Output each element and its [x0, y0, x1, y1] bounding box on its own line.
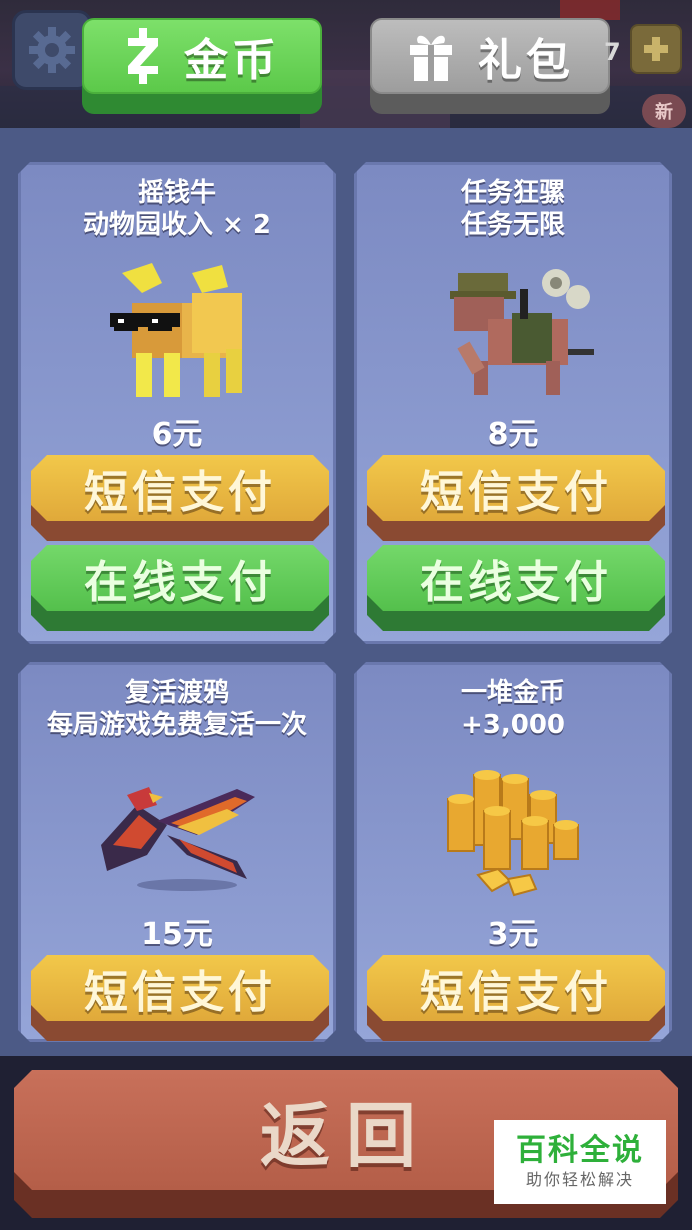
add-coins-button[interactable]	[630, 24, 682, 74]
shop-item-card: 复活渡鸦 每局游戏免费复活一次 15元 短信支付	[18, 662, 336, 1042]
item-title: 一堆金币 +3,000	[357, 677, 669, 741]
item-title: 复活渡鸦 每局游戏免费复活一次	[21, 677, 333, 741]
item-title-line2: 每局游戏免费复活一次	[46, 710, 307, 740]
shop-panel: 摇钱牛 动物园收入 × 2 6元 短信支付 在线支付 任务狂骡 任务无限 8元 …	[0, 128, 692, 1056]
shop-item-card: 任务狂骡 任务无限 8元 短信支付 在线支付	[354, 162, 672, 644]
new-badge: 新	[642, 94, 686, 128]
watermark: 百科全说 助你轻松解决	[494, 1120, 666, 1204]
sms-pay-label: 短信支付	[420, 467, 612, 518]
back-label: 返回	[260, 1094, 432, 1177]
sms-pay-button[interactable]: 短信支付	[31, 955, 329, 1041]
tab-label: 礼包	[478, 35, 574, 86]
settings-button[interactable]	[12, 10, 92, 90]
sms-pay-label: 短信支付	[420, 967, 612, 1018]
button-face: 在线支付	[31, 545, 329, 611]
item-title-line1: 一堆金币	[460, 678, 565, 708]
watermark-title: 百科全说	[516, 1133, 644, 1168]
item-title-line2: +3,000	[460, 710, 566, 740]
online-pay-label: 在线支付	[84, 557, 276, 608]
tab-gift-pack[interactable]: 礼包	[370, 18, 610, 114]
item-title-line2: 任务无限	[460, 210, 565, 240]
watermark-subtitle: 助你轻松解决	[525, 1170, 634, 1189]
coin-pile-icon	[357, 765, 669, 905]
tab-label: 金币	[184, 35, 280, 86]
online-pay-label: 在线支付	[420, 557, 612, 608]
sms-pay-button[interactable]: 短信支付	[367, 455, 665, 541]
tab-face: 金币	[82, 18, 322, 94]
sms-pay-label: 短信支付	[84, 967, 276, 1018]
item-title: 摇钱牛 动物园收入 × 2	[21, 177, 333, 241]
shop-item-card: 一堆金币 +3,000 3元 短信支付	[354, 662, 672, 1042]
item-price: 15元	[141, 917, 213, 952]
item-title-line2: 动物园收入 × 2	[83, 210, 271, 240]
online-pay-button[interactable]: 在线支付	[367, 545, 665, 631]
revive-raven-icon	[21, 775, 333, 895]
mission-mule-icon	[357, 253, 669, 403]
item-title-line1: 摇钱牛	[137, 178, 216, 208]
money-cow-icon	[21, 253, 333, 403]
coin-count: 7	[604, 38, 621, 66]
shop-item-card: 摇钱牛 动物园收入 × 2 6元 短信支付 在线支付	[18, 162, 336, 644]
button-face: 短信支付	[367, 955, 665, 1021]
background-blur	[560, 0, 620, 20]
item-title: 任务狂骡 任务无限	[357, 177, 669, 241]
top-bar: 金币 礼包 7 新	[0, 0, 692, 128]
gift-box-icon	[410, 35, 452, 81]
sms-pay-button[interactable]: 短信支付	[31, 455, 329, 541]
button-face: 在线支付	[367, 545, 665, 611]
tab-face: 礼包	[370, 18, 610, 94]
plus-icon	[644, 37, 668, 61]
gear-icon	[29, 27, 75, 73]
sms-pay-button[interactable]: 短信支付	[367, 955, 665, 1041]
item-price: 8元	[487, 417, 539, 452]
button-face: 短信支付	[31, 455, 329, 521]
item-title-line1: 任务狂骡	[460, 178, 565, 208]
online-pay-button[interactable]: 在线支付	[31, 545, 329, 631]
item-price: 6元	[151, 417, 203, 452]
coin-z-icon	[128, 28, 158, 84]
item-price: 3元	[487, 917, 539, 952]
button-face: 短信支付	[367, 455, 665, 521]
button-face: 短信支付	[31, 955, 329, 1021]
item-title-line1: 复活渡鸦	[124, 678, 229, 708]
tab-coins[interactable]: 金币	[82, 18, 322, 114]
sms-pay-label: 短信支付	[84, 467, 276, 518]
